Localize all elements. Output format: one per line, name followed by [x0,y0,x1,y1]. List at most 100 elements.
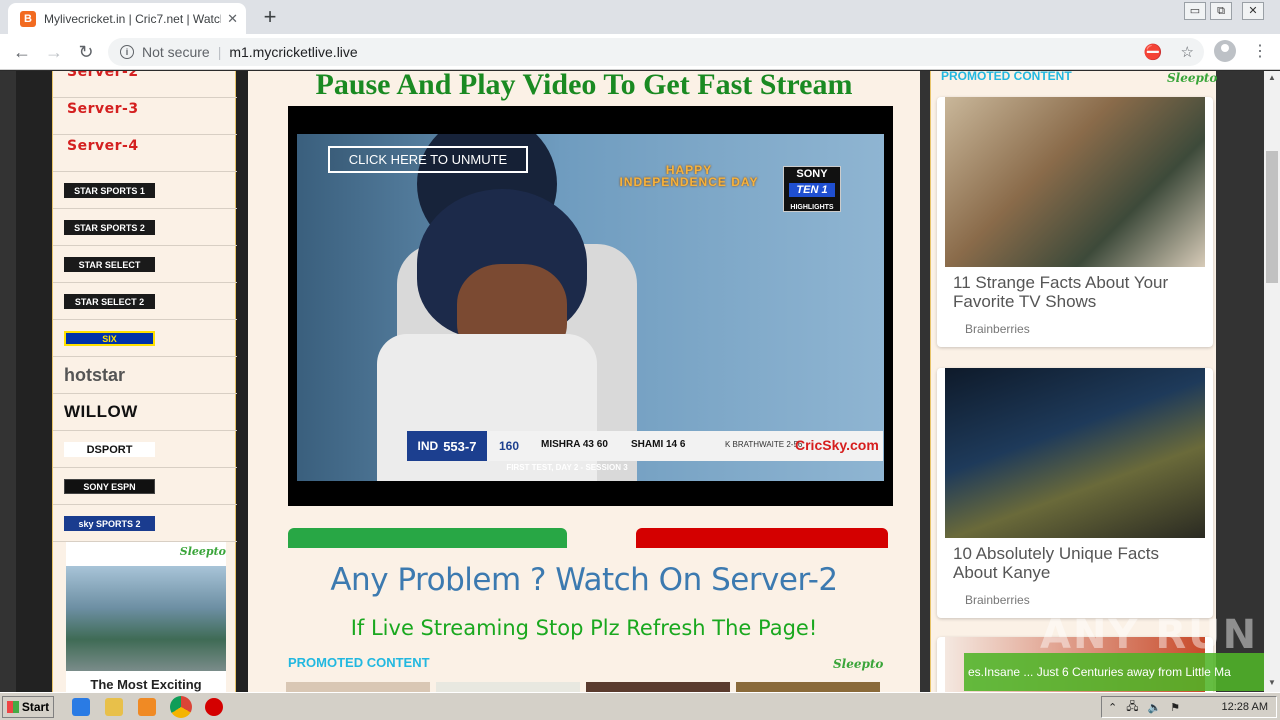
windows-logo-icon [6,701,19,713]
browser-tab[interactable]: B Mylivecricket.in | Cric7.net | Watch L… [8,3,246,34]
server-link-2[interactable]: Server-2 [53,71,237,98]
scroll-up-arrow-icon[interactable]: ▲ [1268,73,1276,82]
sony-ten1-badge: SONY TEN 1 HIGHLIGHTS [783,166,841,212]
team-score: IND 553-7 [407,431,487,461]
url-text[interactable]: m1.mycricketlive.live [229,44,357,60]
window-close-button[interactable]: ✕ [1242,2,1264,20]
page-scrollbar[interactable]: ▲ ▼ [1264,71,1280,692]
promo-card-source: Brainberries [965,593,1030,607]
star-sports-logo: STAR SPORTS 2 [64,220,155,235]
stop-sign-icon[interactable] [205,698,223,716]
channel-willow[interactable]: WILLOW [53,394,237,431]
highlights-label: HIGHLIGHTS [790,204,834,211]
media-player-icon[interactable] [138,698,156,716]
page-viewport: Server-2 Server-3 Server-4 STAR SPORTS 1… [0,71,1264,692]
channel-star-sports-2[interactable]: STAR SPORTS 2 [53,209,237,246]
dsport-logo: DSPORT [64,442,155,457]
tab-close-icon[interactable]: ✕ [227,11,238,27]
promoted-thumb[interactable] [286,682,430,692]
server-label: Server-2 [67,71,139,80]
server-label: Server-4 [67,138,139,154]
forward-arrow-icon[interactable]: → [42,41,66,63]
start-label: Start [21,700,50,714]
scoreboard: IND 553-7 160 MISHRA 43 60 SHAMI 14 6 K … [407,431,883,461]
channel-hotstar[interactable]: hotstar [53,357,237,394]
channel-star-sports-1[interactable]: STAR SPORTS 1 [53,172,237,209]
channel-sky-sports-2[interactable]: sky SPORTS 2 [53,505,237,542]
promoted-content-label: PROMOTED CONTENT [288,655,430,670]
channel-star-select[interactable]: STAR SELECT [53,246,237,283]
main-content: Pause And Play Video To Get Fast Stream … [248,71,920,692]
kebab-menu-icon[interactable]: ⋮ [1252,41,1268,61]
green-stream-button[interactable] [288,528,567,548]
batsman-one: MISHRA 43 60 [541,439,608,450]
channel-six[interactable]: SIX [53,320,237,357]
channel-sony-espn[interactable]: SONY ESPN [53,468,237,505]
promoted-thumb[interactable] [436,682,580,692]
promo-card-title: 11 Strange Facts About Your Favorite TV … [953,273,1169,311]
hotstar-logo: hotstar [64,364,126,385]
channel-star-select-2[interactable]: STAR SELECT 2 [53,283,237,320]
video-frame[interactable]: CLICK HERE TO UNMUTE HAPPY INDEPENDENCE … [297,134,884,481]
scroll-down-arrow-icon[interactable]: ▼ [1268,678,1276,687]
team-name: IND [417,439,439,453]
red-stream-button[interactable] [636,528,888,548]
server-label: Server-3 [67,101,139,117]
reload-icon[interactable]: ↻ [74,41,98,63]
new-tab-button[interactable]: + [258,5,282,29]
bowler-figures: K BRATHWAITE 2-56 [725,440,803,449]
channel-sidebar: Server-2 Server-3 Server-4 STAR SPORTS 1… [52,71,237,692]
server-link-4[interactable]: Server-4 [53,135,237,172]
restore-button[interactable]: ⧉ [1210,2,1232,20]
sky-sports-logo: sky SPORTS 2 [64,516,155,531]
unmute-button[interactable]: CLICK HERE TO UNMUTE [328,146,528,173]
refresh-note: If Live Streaming Stop Plz Refresh The P… [350,616,818,640]
ad-image [66,566,226,671]
channel-dsport[interactable]: DSPORT [53,431,237,468]
tab-strip: B Mylivecricket.in | Cric7.net | Watch L… [0,0,1280,34]
promo-card-image [945,97,1205,267]
network-icon[interactable]: 🖧 [1126,698,1138,717]
server-link-3[interactable]: Server-3 [53,98,237,135]
back-arrow-icon[interactable]: ← [10,41,34,63]
scroll-thumb[interactable] [1266,151,1278,283]
windows-taskbar: Start ⌃ 🖧 🔈 ⚑ 12:28 AM [0,692,1280,720]
right-promoted-column: PROMOTED CONTENT Sleepto 11 Strange Fact… [930,71,1218,692]
sleepto-logo: Sleepto [179,545,226,558]
chrome-icon[interactable] [170,696,192,718]
promo-card-title: 10 Absolutely Unique Facts About Kanye [953,544,1160,582]
sidebar-ad[interactable]: Sleepto The Most Exciting [66,542,226,692]
bookmark-star-icon[interactable]: ☆ [1181,43,1194,61]
divider: | [217,44,222,60]
sony-brand: SONY [796,168,828,180]
promoted-content-label: PROMOTED CONTENT [941,71,1072,83]
promoted-thumbnails [286,682,880,692]
independence-day-banner: HAPPY INDEPENDENCE DAY [619,163,759,189]
sleepto-logo: Sleepto [833,657,884,671]
sleepto-logo: Sleepto [1167,71,1218,85]
ie-icon[interactable] [72,698,90,716]
tray-arrow-icon[interactable]: ⌃ [1108,701,1117,714]
security-label: Not secure [142,44,210,60]
promo-card[interactable]: 11 Strange Facts About Your Favorite TV … [937,97,1213,347]
blocked-popup-icon[interactable]: ⛔ [1144,43,1163,61]
info-icon[interactable]: i [120,45,134,59]
minimize-button[interactable]: ▭ [1184,2,1206,20]
system-tray: ⌃ 🖧 🔈 ⚑ 12:28 AM [1101,696,1277,718]
sony-espn-logo: SONY ESPN [64,479,155,494]
volume-icon[interactable]: 🔈 [1147,701,1161,714]
blogger-favicon-icon: B [20,10,36,27]
page-headline: Pause And Play Video To Get Fast Stream [315,71,853,101]
explorer-folder-icon[interactable] [105,698,123,716]
address-bar[interactable]: i Not secure | m1.mycricketlive.live ⛔ ☆ [108,38,1204,66]
action-center-flag-icon[interactable]: ⚑ [1170,701,1180,714]
promoted-thumb[interactable] [736,682,880,692]
video-player[interactable]: CLICK HERE TO UNMUTE HAPPY INDEPENDENCE … [288,106,893,506]
profile-avatar-icon[interactable] [1214,40,1236,62]
promoted-thumb[interactable] [586,682,730,692]
news-ticker[interactable]: es.Insane ... Just 6 Centuries away from… [964,653,1264,691]
promo-card[interactable]: 10 Absolutely Unique Facts About Kanye B… [937,368,1213,618]
start-button[interactable]: Start [2,696,54,718]
batsman-two: SHAMI 14 6 [631,439,686,450]
any-problem-heading: Any Problem ? Watch On Server-2 [330,562,838,598]
